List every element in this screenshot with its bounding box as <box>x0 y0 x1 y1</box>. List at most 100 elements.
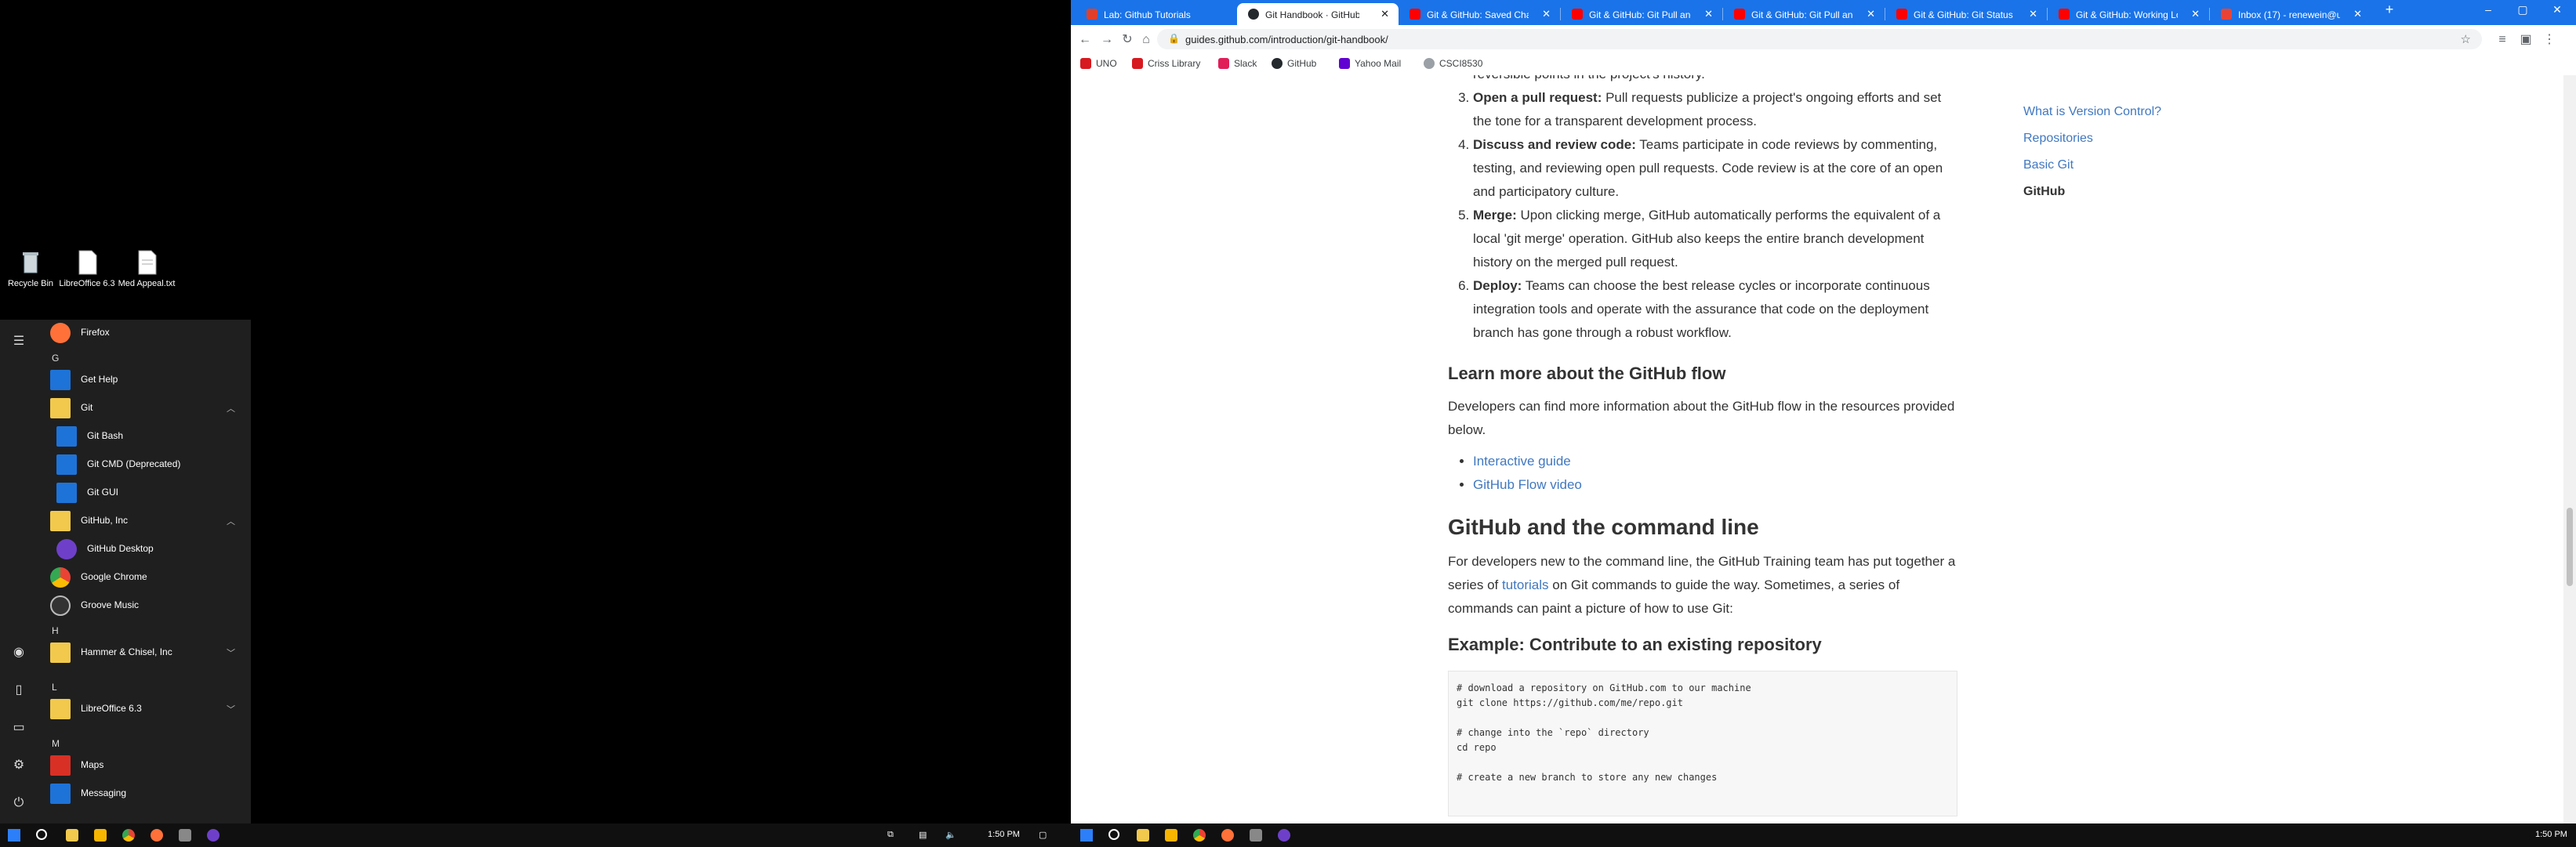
chrome-icon[interactable] <box>1193 829 1206 842</box>
lock-icon: 🔒 <box>1168 33 1180 44</box>
firefox-icon[interactable] <box>1221 829 1234 842</box>
search-icon[interactable] <box>1108 829 1119 840</box>
toc-item-github[interactable]: GitHub <box>2023 179 2259 205</box>
tray-clock[interactable]: 1:50 PM <box>2535 830 2567 839</box>
reload-icon[interactable]: ↻ <box>1119 32 1135 48</box>
github-desktop-icon[interactable] <box>207 829 220 842</box>
chevron-down-icon: ﹀ <box>227 705 235 715</box>
app-maps[interactable]: Maps <box>44 752 243 779</box>
reading-list-icon[interactable]: ≡ <box>2494 32 2510 48</box>
tab-git-status[interactable]: Git & GitHub: Git Status - ✕ <box>1885 3 2047 25</box>
close-tab-icon[interactable]: ✕ <box>1542 8 1551 20</box>
file-explorer-icon[interactable] <box>66 829 78 842</box>
tab-git-pull-1[interactable]: Git & GitHub: Git Pull and ✕ <box>1561 3 1722 25</box>
file-explorer-icon[interactable] <box>1137 829 1149 842</box>
interactive-guide-link[interactable]: Interactive guide <box>1473 454 1571 469</box>
desktop-icon-recycle-bin[interactable]: Recycle Bin <box>0 249 61 289</box>
app-git-cmd[interactable]: Git CMD (Deprecated) <box>44 451 243 478</box>
list-item: GitHub Flow video <box>1473 473 1957 497</box>
bookmark-criss-library[interactable]: Criss Library <box>1132 58 1200 69</box>
bookmark-github[interactable]: GitHub <box>1272 58 1316 69</box>
documents-icon[interactable]: ▯ <box>9 681 28 700</box>
user-avatar-icon[interactable]: ◉ <box>9 643 28 662</box>
app-google-chrome[interactable]: Google Chrome <box>44 564 243 591</box>
close-tab-icon[interactable]: ✕ <box>2029 8 2037 20</box>
table-of-contents: What is Version Control? Repositories Ba… <box>2023 99 2259 205</box>
bookmark-yahoo-mail[interactable]: Yahoo Mail <box>1339 58 1401 69</box>
forward-arrow-icon[interactable]: → <box>1099 32 1115 48</box>
app-groove-music[interactable]: Groove Music <box>44 592 243 619</box>
windows-start-icon[interactable] <box>8 829 20 842</box>
tab-git-pull-2[interactable]: Git & GitHub: Git Pull and C ✕ <box>1723 3 1885 25</box>
github-flow-video-link[interactable]: GitHub Flow video <box>1473 477 1582 492</box>
letter-header-m[interactable]: M <box>52 738 60 749</box>
sticky-notes-icon[interactable] <box>94 829 107 842</box>
extensions-icon[interactable]: ▣ <box>2518 32 2534 48</box>
git-gui-icon[interactable] <box>1250 829 1262 842</box>
windows-start-icon[interactable] <box>1080 829 1093 842</box>
toc-item-version-control[interactable]: What is Version Control? <box>2023 99 2259 125</box>
desktop-icon-med-appeal[interactable]: Med Appeal.txt <box>116 249 177 289</box>
minimize-button[interactable]: – <box>2473 3 2504 16</box>
step-item: Deploy: Teams can choose the best releas… <box>1473 274 1957 345</box>
app-folder-git[interactable]: Git ︿ <box>44 395 243 422</box>
desktop-icon-libreoffice[interactable]: LibreOffice 6.3 <box>56 249 118 289</box>
letter-header-g[interactable]: G <box>52 353 59 364</box>
toc-item-repositories[interactable]: Repositories <box>2023 125 2259 152</box>
folder-icon <box>50 511 71 531</box>
back-arrow-icon[interactable]: ← <box>1077 32 1093 48</box>
tray-dropbox-icon[interactable]: ⧉ <box>887 830 894 840</box>
close-tab-icon[interactable]: ✕ <box>1704 8 1713 20</box>
bookmark-star-icon[interactable]: ☆ <box>2461 32 2471 46</box>
bookmark-uno[interactable]: UNO <box>1080 58 1117 69</box>
home-icon[interactable]: ⌂ <box>1138 32 1154 48</box>
youtube-icon <box>1896 9 1907 20</box>
chrome-icon[interactable] <box>122 829 135 842</box>
close-tab-icon[interactable]: ✕ <box>1867 8 1875 20</box>
tab-saved-changes[interactable]: Git & GitHub: Saved Changes ✕ <box>1399 3 1560 25</box>
pictures-icon[interactable]: ▭ <box>9 719 28 737</box>
hamburger-menu-icon[interactable]: ☰ <box>9 332 28 351</box>
app-folder-hammer-chisel[interactable]: Hammer & Chisel, Inc ﹀ <box>44 639 243 666</box>
tutorials-link[interactable]: tutorials <box>1502 577 1549 592</box>
sticky-notes-icon[interactable] <box>1165 829 1177 842</box>
app-messaging[interactable]: Messaging <box>44 780 243 807</box>
bookmark-csci8530[interactable]: CSCI8530 <box>1424 58 1482 69</box>
maximize-button[interactable]: ▢ <box>2507 3 2538 16</box>
tab-lab-github-tutorials[interactable]: Lab: Github Tutorials <box>1076 3 1237 25</box>
new-tab-button[interactable]: + <box>2374 2 2405 18</box>
close-tab-icon[interactable]: ✕ <box>2353 8 2362 20</box>
app-folder-github-inc[interactable]: GitHub, Inc ︿ <box>44 508 243 534</box>
tray-clock[interactable]: 1:50 PM <box>988 830 1020 839</box>
tray-volume-icon[interactable]: 🔈 <box>945 830 956 840</box>
bookmark-slack[interactable]: Slack <box>1218 58 1257 69</box>
tray-network-icon[interactable]: ▤ <box>919 830 927 840</box>
letter-header-l[interactable]: L <box>52 682 57 693</box>
tab-git-handbook[interactable]: Git Handbook · GitHub Guides ✕ <box>1237 3 1399 25</box>
close-tab-icon[interactable]: ✕ <box>2191 8 2200 20</box>
close-window-button[interactable]: ✕ <box>2542 3 2573 16</box>
firefox-icon[interactable] <box>151 829 163 842</box>
close-tab-icon[interactable]: ✕ <box>1381 8 1389 20</box>
app-firefox[interactable]: Firefox <box>44 320 243 346</box>
address-bar[interactable]: 🔒 guides.github.com/introduction/git-han… <box>1157 29 2482 49</box>
app-git-bash[interactable]: Git Bash <box>44 423 243 450</box>
search-icon[interactable] <box>36 829 47 840</box>
scrollbar-thumb[interactable] <box>2567 508 2573 586</box>
action-center-icon[interactable]: ▢ <box>1039 830 1047 840</box>
app-git-gui[interactable]: Git GUI <box>44 480 243 506</box>
toc-item-basic-git[interactable]: Basic Git <box>2023 152 2259 179</box>
tab-inbox[interactable]: Inbox (17) - renewein@un ✕ <box>2210 3 2371 25</box>
github-icon <box>1272 58 1283 69</box>
app-get-help[interactable]: Get Help <box>44 367 243 393</box>
page-scrollbar[interactable] <box>2563 75 2576 823</box>
tab-working-local[interactable]: Git & GitHub: Working Loc ✕ <box>2048 3 2209 25</box>
power-icon[interactable]: ⏻ <box>9 794 28 813</box>
letter-header-h[interactable]: H <box>52 625 59 636</box>
git-gui-icon[interactable] <box>179 829 191 842</box>
app-github-desktop[interactable]: GitHub Desktop <box>44 536 243 563</box>
settings-gear-icon[interactable]: ⚙ <box>9 756 28 775</box>
app-folder-libreoffice[interactable]: LibreOffice 6.3 ﹀ <box>44 696 243 722</box>
github-desktop-icon[interactable] <box>1278 829 1290 842</box>
menu-kebab-icon[interactable]: ⋮ <box>2542 32 2557 48</box>
